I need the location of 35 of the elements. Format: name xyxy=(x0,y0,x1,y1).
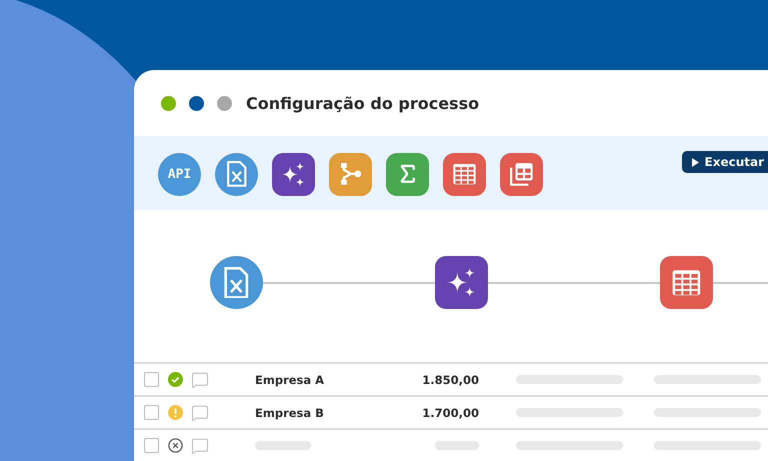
window-dot[interactable] xyxy=(161,96,176,110)
check-circle-icon xyxy=(168,372,183,387)
table-icon xyxy=(452,162,477,186)
tables-icon xyxy=(508,161,534,187)
branch-icon xyxy=(338,162,362,186)
amount-cell-text: 1.850,00 xyxy=(421,372,479,386)
tool-button[interactable] xyxy=(500,152,543,196)
window-title: Configuração do processo xyxy=(246,94,480,112)
tool-button[interactable] xyxy=(272,152,315,196)
spreadsheet-icon xyxy=(226,161,248,187)
tool-button[interactable] xyxy=(215,152,258,196)
x-circle-icon xyxy=(168,438,183,453)
spreadsheet-icon xyxy=(223,266,250,298)
window-dot[interactable] xyxy=(217,96,232,110)
tool-button[interactable] xyxy=(386,152,429,196)
flow-node[interactable] xyxy=(660,256,713,309)
play-icon xyxy=(692,158,699,166)
flow-node[interactable] xyxy=(435,256,488,309)
table-icon xyxy=(671,268,702,296)
flow-node[interactable] xyxy=(210,256,263,309)
table-row[interactable]: Empresa A 1.850,00 xyxy=(134,364,768,397)
table-row[interactable]: Empresa B 1.700,00 xyxy=(134,397,768,430)
run-button[interactable]: Executar xyxy=(682,151,768,173)
amount-cell-text: 1.700,00 xyxy=(421,406,479,420)
company-name: Empresa A xyxy=(255,372,326,386)
row-checkbox[interactable] xyxy=(144,372,159,387)
comment-icon xyxy=(191,370,209,388)
alert-circle-icon xyxy=(168,405,183,420)
window-dot[interactable] xyxy=(189,96,204,110)
row-checkbox[interactable] xyxy=(144,405,159,420)
tool-button[interactable] xyxy=(443,152,486,196)
company-name: Empresa B xyxy=(255,406,325,420)
comment-icon xyxy=(191,404,209,422)
comment-icon xyxy=(191,436,209,454)
row-checkbox[interactable] xyxy=(144,438,159,453)
